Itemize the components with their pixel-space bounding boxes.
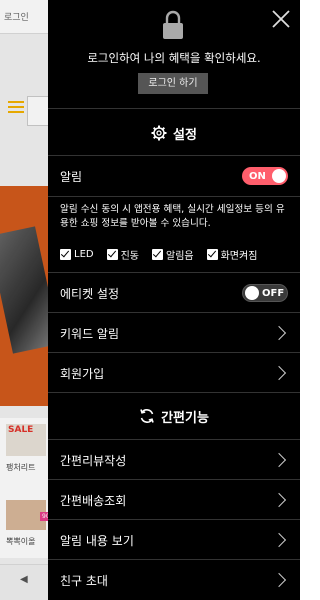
checkbox-label: 알림음: [166, 251, 194, 262]
divider: [48, 108, 300, 109]
settings-section-header: 설정: [48, 110, 300, 156]
view-notifications-row[interactable]: 알림 내용 보기: [48, 520, 300, 560]
view-notifications-label: 알림 내용 보기: [60, 533, 134, 548]
login-prompt-text: 로그인하여 나의 혜택을 확인하세요.: [87, 51, 261, 65]
invite-friend-label: 친구 초대: [60, 573, 108, 588]
notification-row: 알림 ON: [48, 156, 300, 196]
chevron-right-icon: [271, 365, 287, 381]
chevron-right-icon: [271, 532, 287, 548]
quick-delivery-label: 간편배송조회: [60, 493, 127, 508]
checkbox-checked-icon[interactable]: [60, 249, 71, 260]
checkbox-label: 화면켜짐: [220, 251, 258, 262]
chevron-right-icon: [271, 325, 287, 341]
notification-toggle-label: ON: [249, 170, 266, 182]
lock-icon: [163, 10, 183, 39]
toggle-knob: [272, 169, 286, 183]
chevron-right-icon: [271, 572, 287, 588]
toggle-knob: [245, 286, 259, 300]
checkbox-checked-icon[interactable]: [106, 249, 118, 260]
chevron-right-icon: [271, 492, 287, 508]
quick-delivery-row[interactable]: 간편배송조회: [48, 480, 300, 520]
checkbox-checked-icon[interactable]: [152, 249, 163, 260]
etiquette-label: 에티켓 설정: [60, 286, 120, 301]
signup-row[interactable]: 회원가입: [48, 353, 300, 393]
etiquette-toggle-label: OFF: [262, 287, 285, 299]
quick-section-header: 간편기능: [48, 393, 300, 439]
login-button[interactable]: 로그인 하기: [138, 73, 208, 94]
etiquette-toggle[interactable]: OFF: [242, 284, 288, 302]
checkbox-screen-on[interactable]: 화면켜짐: [206, 247, 258, 262]
refresh-icon: [140, 409, 154, 423]
notification-options: LED 진동 알림음 화면켜짐: [60, 247, 292, 262]
notification-label: 알림: [60, 169, 83, 184]
checkbox-checked-icon[interactable]: [206, 249, 218, 260]
chevron-right-icon: [271, 452, 287, 468]
keyword-alert-row[interactable]: 키워드 알림: [48, 313, 300, 353]
quick-section-title: 간편기능: [161, 410, 209, 426]
checkbox-sound[interactable]: 알림음: [152, 247, 194, 262]
checkbox-label: 진동: [120, 251, 139, 262]
close-icon[interactable]: [270, 8, 292, 30]
notification-description: 알림 수신 동의 시 앱전용 혜택, 실시간 세일정보 등의 유용한 쇼핑 정보…: [60, 204, 285, 229]
gear-icon: [151, 125, 167, 141]
quick-review-row[interactable]: 간편리뷰작성: [48, 440, 300, 480]
signup-label: 회원가입: [60, 366, 105, 381]
checkbox-vibration[interactable]: 진동: [106, 247, 139, 262]
checkbox-led[interactable]: LED: [60, 247, 94, 262]
divider: [48, 196, 300, 197]
notification-toggle[interactable]: ON: [242, 167, 288, 185]
etiquette-row: 에티켓 설정 OFF: [48, 273, 300, 313]
checkbox-label: LED: [74, 249, 94, 260]
keyword-alert-label: 키워드 알림: [60, 326, 120, 341]
settings-section-title: 설정: [173, 127, 197, 143]
invite-friend-row[interactable]: 친구 초대: [48, 560, 300, 600]
quick-review-label: 간편리뷰작성: [60, 453, 127, 468]
settings-drawer: 로그인하여 나의 혜택을 확인하세요. 로그인 하기 설정 알림 ON 알림 수…: [48, 0, 300, 600]
